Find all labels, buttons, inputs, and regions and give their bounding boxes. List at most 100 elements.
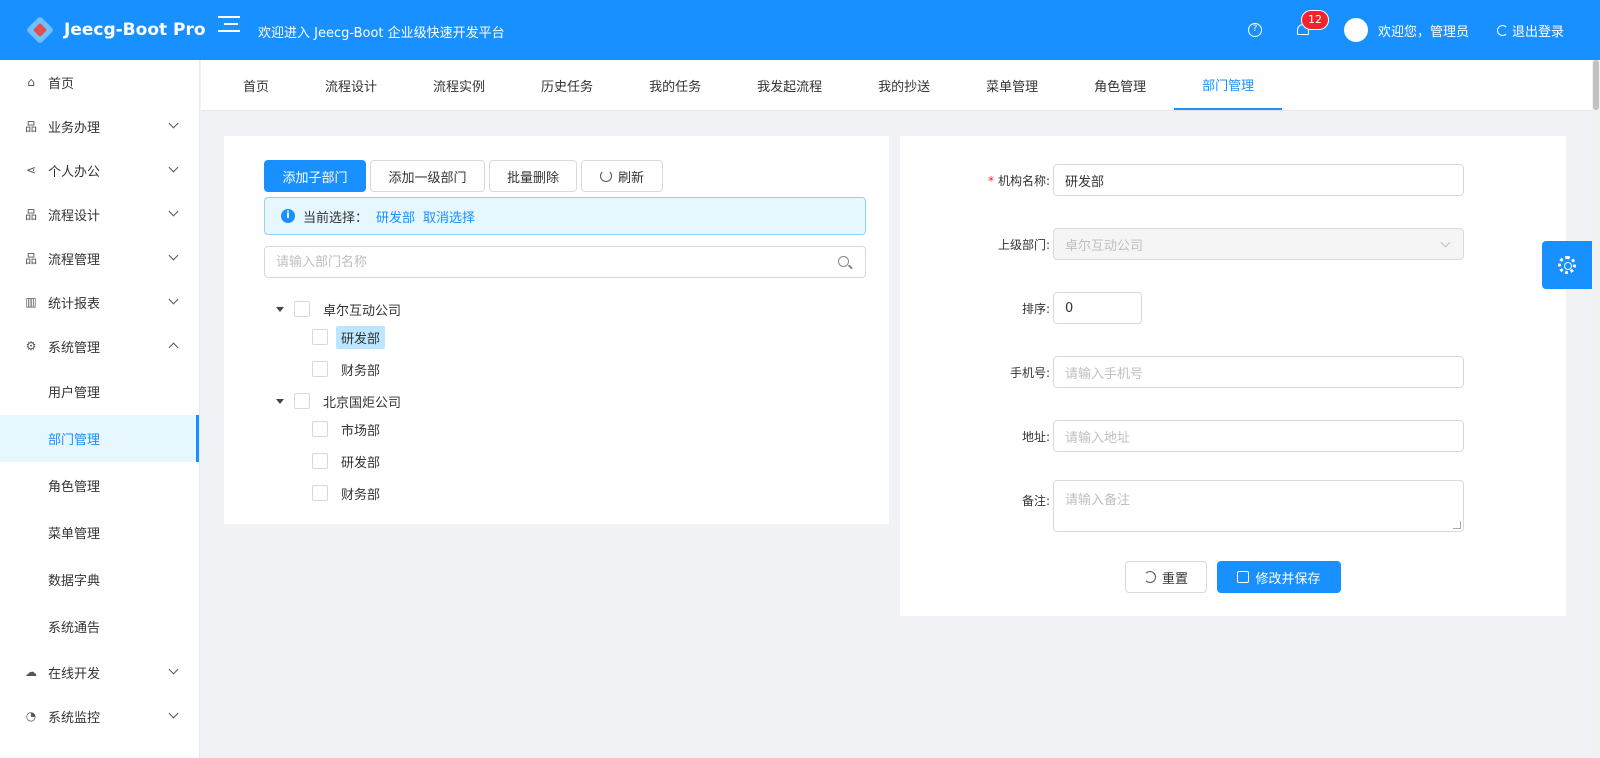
avatar[interactable] xyxy=(1343,18,1368,42)
sidebar: ⌂ 首页 品 业务办理 ⋖ 个人办公 品 流程设计 品 流程管理 ▥ 统计报表 … xyxy=(0,60,200,758)
logout-button[interactable]: 退出登录 xyxy=(1496,21,1564,40)
tab-my-tasks[interactable]: 我的任务 xyxy=(621,60,729,110)
phone-label: 手机号: xyxy=(1009,366,1050,380)
sidebar-item-business[interactable]: 品 业务办理 xyxy=(0,104,199,148)
tab-my-started[interactable]: 我发起流程 xyxy=(729,60,850,110)
sidebar-item-online-dev[interactable]: ☁ 在线开发 xyxy=(0,650,199,694)
label-text: 机构名称: xyxy=(997,174,1050,188)
tree-node[interactable]: 研发部 xyxy=(312,325,386,349)
department-search-input[interactable] xyxy=(264,246,866,278)
button-label: 添加一级部门 xyxy=(388,170,467,186)
tab-process-design[interactable]: 流程设计 xyxy=(297,60,405,110)
batch-delete-button[interactable]: 批量删除 xyxy=(489,160,577,192)
cancel-selection-link[interactable]: 取消选择 xyxy=(423,207,475,226)
tab-roles[interactable]: 角色管理 xyxy=(1066,60,1174,110)
tab-process-instance[interactable]: 流程实例 xyxy=(405,60,513,110)
refresh-button[interactable]: 刷新 xyxy=(581,160,663,192)
sidebar-subitem-departments[interactable]: 部门管理 xyxy=(0,415,199,462)
save-button[interactable]: 修改并保存 xyxy=(1217,561,1341,593)
reset-button[interactable]: 重置 xyxy=(1125,561,1207,593)
logo[interactable]: Jeecg-Boot Pro xyxy=(24,14,206,46)
selected-department-link[interactable]: 研发部 xyxy=(376,207,415,226)
tree-checkbox[interactable] xyxy=(312,485,328,501)
remark-placeholder: 请输入备注 xyxy=(1065,493,1131,508)
resize-handle[interactable] xyxy=(1453,521,1461,529)
notification-bell-icon[interactable]: 12 xyxy=(1296,11,1328,37)
sidebar-subitem-dictionary[interactable]: 数据字典 xyxy=(0,556,199,603)
sidebar-item-process-manage[interactable]: 品 流程管理 xyxy=(0,236,199,280)
phone-placeholder: 请输入手机号 xyxy=(1065,366,1144,382)
tab-departments[interactable]: 部门管理 xyxy=(1174,60,1283,110)
sidebar-item-label: 业务办理 xyxy=(48,120,101,136)
tree-node-label[interactable]: 财务部 xyxy=(336,358,385,381)
org-icon: 品 xyxy=(24,251,37,266)
address-field[interactable]: 请输入地址 xyxy=(1053,420,1464,452)
top-header: Jeecg-Boot Pro 欢迎进入 Jeecg-Boot 企业级快速开发平台… xyxy=(0,0,1600,60)
edit-icon xyxy=(1237,571,1250,583)
user-greeting[interactable]: 欢迎您，管理员 xyxy=(1378,21,1469,40)
phone-field[interactable]: 请输入手机号 xyxy=(1053,356,1464,388)
order-field[interactable]: 0 xyxy=(1053,292,1142,324)
sidebar-item-home[interactable]: ⌂ 首页 xyxy=(0,60,199,104)
tree-node[interactable]: 市场部 xyxy=(312,417,385,441)
scrollbar-thumb[interactable] xyxy=(1593,60,1599,110)
tree-checkbox[interactable] xyxy=(294,393,310,409)
tree-node-label[interactable]: 财务部 xyxy=(336,482,385,505)
sidebar-item-process-design[interactable]: 品 流程设计 xyxy=(0,192,199,236)
search-icon[interactable] xyxy=(838,256,849,267)
parent-value: 卓尔互动公司 xyxy=(1065,238,1144,254)
logo-text: Jeecg-Boot Pro xyxy=(64,20,206,40)
tree-node[interactable]: 北京国炬公司 xyxy=(276,389,406,413)
scrollbar[interactable] xyxy=(1592,60,1600,758)
tree-checkbox[interactable] xyxy=(312,361,328,377)
sidebar-subitem-announcements[interactable]: 系统通告 xyxy=(0,603,199,650)
tree-node[interactable]: 财务部 xyxy=(312,357,385,381)
tree-checkbox[interactable] xyxy=(294,301,310,317)
tree-node[interactable]: 财务部 xyxy=(312,481,385,505)
info-icon: i xyxy=(281,209,295,223)
sidebar-item-personal[interactable]: ⋖ 个人办公 xyxy=(0,148,199,192)
add-top-department-button[interactable]: 添加一级部门 xyxy=(370,160,485,192)
tree-node[interactable]: 卓尔互动公司 xyxy=(276,297,406,321)
settings-button[interactable] xyxy=(1542,241,1592,289)
caret-down-icon[interactable] xyxy=(276,398,284,404)
add-child-department-button[interactable]: 添加子部门 xyxy=(264,160,366,192)
selection-alert: i 当前选择： 研发部 取消选择 xyxy=(264,197,866,235)
sidebar-subitem-users[interactable]: 用户管理 xyxy=(0,368,199,415)
tree-checkbox[interactable] xyxy=(312,329,328,345)
tree-node-label[interactable]: 北京国炬公司 xyxy=(318,390,406,413)
logout-label: 退出登录 xyxy=(1511,24,1564,40)
org-icon: 品 xyxy=(24,207,37,222)
menu-fold-icon[interactable] xyxy=(218,16,240,38)
tab-my-cc[interactable]: 我的抄送 xyxy=(850,60,958,110)
chevron-down-icon xyxy=(168,664,179,675)
name-field[interactable]: 研发部 xyxy=(1053,164,1464,196)
order-value: 0 xyxy=(1065,300,1074,316)
tab-history-tasks[interactable]: 历史任务 xyxy=(513,60,621,110)
sidebar-item-system[interactable]: ⚙ 系统管理 xyxy=(0,324,199,368)
button-label: 批量删除 xyxy=(506,170,559,186)
tree-node-label[interactable]: 卓尔互动公司 xyxy=(318,298,406,321)
tree-node-label[interactable]: 研发部 xyxy=(336,450,385,473)
gear-icon: ⚙ xyxy=(25,339,37,353)
tree-node-label[interactable]: 市场部 xyxy=(336,418,385,441)
chevron-down-icon xyxy=(168,250,179,261)
sidebar-item-monitor[interactable]: ◔ 系统监控 xyxy=(0,694,199,738)
tab-menus[interactable]: 菜单管理 xyxy=(958,60,1066,110)
help-icon[interactable]: ? xyxy=(1247,23,1262,37)
tree-checkbox[interactable] xyxy=(312,453,328,469)
gear-icon xyxy=(1558,256,1576,274)
sidebar-subitem-roles[interactable]: 角色管理 xyxy=(0,462,199,509)
remark-textarea[interactable]: 请输入备注 xyxy=(1053,480,1464,532)
sidebar-subitem-menus[interactable]: 菜单管理 xyxy=(0,509,199,556)
chevron-down-icon xyxy=(168,708,179,719)
sidebar-item-reports[interactable]: ▥ 统计报表 xyxy=(0,280,199,324)
welcome-text: 欢迎进入 Jeecg-Boot 企业级快速开发平台 xyxy=(258,26,505,41)
caret-down-icon[interactable] xyxy=(276,306,284,312)
sidebar-item-label: 流程管理 xyxy=(48,252,101,268)
tree-node[interactable]: 研发部 xyxy=(312,449,385,473)
tree-checkbox[interactable] xyxy=(312,421,328,437)
parent-department-select: 卓尔互动公司 xyxy=(1053,228,1464,260)
tab-home[interactable]: 首页 xyxy=(215,60,297,110)
tree-node-label[interactable]: 研发部 xyxy=(336,325,386,349)
